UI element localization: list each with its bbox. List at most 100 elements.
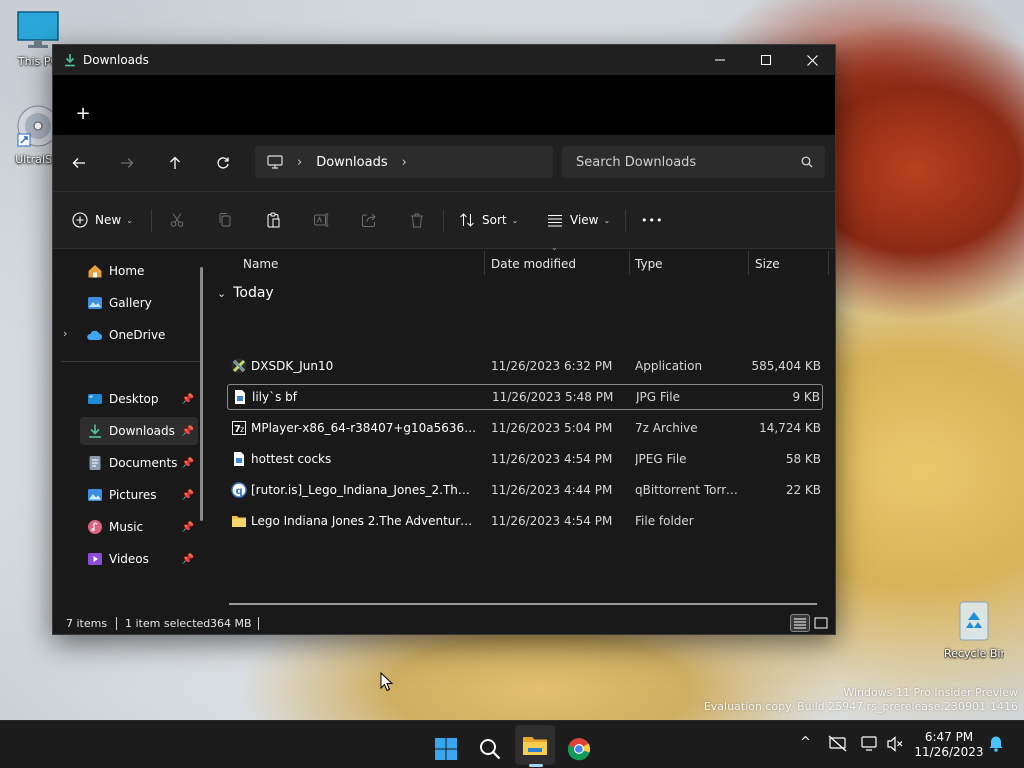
nav-item-onedrive[interactable]: OneDrive — [80, 321, 198, 349]
search-box[interactable]: Search Downloads — [562, 146, 825, 178]
refresh-icon — [217, 157, 229, 169]
nav-item-documents[interactable]: Documents 📌 — [80, 449, 198, 477]
file-row-selected[interactable]: lily`s bf 11/26/2023 5:48 PM JPG File 9 … — [227, 384, 823, 410]
nav-item-label: Pictures — [109, 488, 157, 502]
chevron-down-icon: ⌄ — [126, 215, 133, 225]
cut-button[interactable] — [169, 206, 185, 234]
column-header-date[interactable]: Date modified — [491, 249, 627, 279]
pin-icon[interactable]: 📌 — [182, 394, 194, 405]
more-options-button[interactable]: ••• — [641, 206, 663, 234]
pin-icon[interactable]: 📌 — [182, 490, 194, 501]
close-icon — [806, 54, 818, 66]
nav-scrollbar[interactable] — [200, 267, 203, 521]
file-date: 11/26/2023 4:54 PM — [491, 452, 613, 466]
ellipsis-icon: ••• — [641, 213, 664, 227]
file-name: lily`s bf — [252, 390, 298, 404]
minimize-button[interactable] — [697, 45, 743, 75]
clock[interactable]: 6:47 PM 11/26/2023 — [914, 730, 984, 760]
sort-icon — [460, 213, 474, 227]
details-view-button[interactable] — [790, 614, 810, 632]
clipboard-icon — [267, 212, 280, 228]
nav-item-desktop[interactable]: Desktop 📌 — [80, 385, 198, 413]
chevron-down-icon: ⌄ — [511, 215, 519, 225]
image-file-icon — [235, 390, 245, 404]
chevron-down-icon: ⌄ — [217, 286, 227, 300]
group-header-today[interactable]: ⌄ Today — [217, 285, 274, 301]
forward-button[interactable] — [113, 149, 141, 177]
file-name: hottest cocks — [251, 452, 332, 466]
nav-item-music[interactable]: Music 📌 — [80, 513, 198, 541]
directx-icon — [231, 358, 247, 374]
delete-button[interactable] — [409, 206, 425, 234]
close-button[interactable] — [789, 45, 835, 75]
expand-chevron-icon[interactable]: › — [63, 327, 67, 340]
refresh-button[interactable] — [209, 149, 237, 177]
pin-icon[interactable]: 📌 — [182, 458, 194, 469]
column-divider[interactable] — [629, 251, 630, 275]
file-row[interactable]: q [rutor.is]_Lego_Indiana_Jones_2.The_Ad… — [227, 477, 823, 503]
volume-muted-icon[interactable] — [886, 735, 904, 753]
notification-bell-icon[interactable] — [988, 734, 1004, 752]
clock-time: 6:47 PM — [924, 730, 974, 744]
rename-button[interactable] — [313, 206, 329, 234]
display-icon[interactable] — [860, 735, 880, 753]
column-header-size[interactable]: Size — [755, 249, 827, 279]
column-header-label: Name — [243, 257, 279, 271]
nav-item-label: OneDrive — [109, 328, 166, 342]
gallery-icon — [88, 297, 102, 309]
svg-text:z: z — [240, 425, 244, 434]
address-box[interactable]: › Downloads › — [255, 146, 553, 178]
file-row[interactable]: Lego Indiana Jones 2.The Adventure Con..… — [227, 508, 823, 534]
new-tab-button[interactable]: + — [75, 103, 91, 124]
image-file-icon — [234, 452, 244, 466]
home-icon — [88, 265, 102, 278]
view-button[interactable]: View ⌄ — [547, 206, 610, 234]
column-header-type[interactable]: Type — [635, 249, 747, 279]
trash-icon — [411, 213, 423, 228]
file-row[interactable]: DXSDK_Jun10 11/26/2023 6:32 PM Applicati… — [227, 353, 823, 379]
search-input[interactable]: Search Downloads — [576, 155, 801, 170]
file-row[interactable]: 7z MPlayer-x86_64-r38407+g10a56363a7 11/… — [227, 415, 823, 441]
title-bar[interactable]: Downloads — [53, 45, 835, 75]
tiles-view-button[interactable] — [811, 614, 831, 632]
nav-item-downloads[interactable]: Downloads 📌 — [80, 417, 198, 445]
nav-item-pictures[interactable]: Pictures 📌 — [80, 481, 198, 509]
paste-button[interactable] — [265, 206, 281, 234]
pin-icon[interactable]: 📌 — [182, 522, 194, 533]
network-disconnected-icon[interactable] — [828, 735, 848, 753]
copy-button[interactable] — [217, 206, 233, 234]
chrome-taskbar-button[interactable] — [559, 729, 599, 768]
show-hidden-icons-button[interactable]: ^ — [800, 735, 811, 750]
status-selected-size: 364 MB — [210, 617, 252, 630]
pin-icon[interactable]: 📌 — [182, 554, 194, 565]
file-row[interactable]: hottest cocks 11/26/2023 4:54 PM JPEG Fi… — [227, 446, 823, 472]
breadcrumb-chevron-icon[interactable]: › — [297, 155, 302, 170]
nav-item-videos[interactable]: Videos 📌 — [80, 545, 198, 573]
pin-icon[interactable]: 📌 — [182, 426, 194, 437]
file-explorer-taskbar-button[interactable] — [515, 725, 555, 765]
nav-item-home[interactable]: Home — [80, 257, 198, 285]
view-button-label: View — [570, 213, 599, 227]
desktop-icon-recycle-bin[interactable]: Recycle Bin — [944, 598, 1004, 660]
sort-button[interactable]: Sort ⌄ — [459, 206, 518, 234]
back-button[interactable] — [65, 149, 93, 177]
new-button[interactable]: New ⌄ — [72, 206, 133, 234]
up-button[interactable] — [161, 149, 189, 177]
maximize-button[interactable] — [743, 45, 789, 75]
window-title: Downloads — [83, 53, 149, 67]
file-type: JPEG File — [635, 452, 687, 466]
sort-button-label: Sort — [482, 213, 507, 227]
column-divider[interactable] — [484, 251, 485, 275]
tiles-view-icon — [814, 617, 828, 629]
column-header-label: Date modified — [491, 257, 577, 271]
search-button[interactable] — [470, 729, 510, 768]
column-header-name[interactable]: Name — [243, 249, 483, 279]
start-button[interactable] — [426, 729, 466, 768]
horizontal-scrollbar[interactable] — [229, 603, 817, 605]
column-divider[interactable] — [748, 251, 749, 275]
share-button[interactable] — [361, 206, 377, 234]
column-divider[interactable] — [828, 251, 829, 275]
breadcrumb-chevron-icon[interactable]: › — [402, 155, 407, 170]
breadcrumb-downloads[interactable]: Downloads — [316, 155, 387, 170]
nav-item-gallery[interactable]: Gallery — [80, 289, 198, 317]
